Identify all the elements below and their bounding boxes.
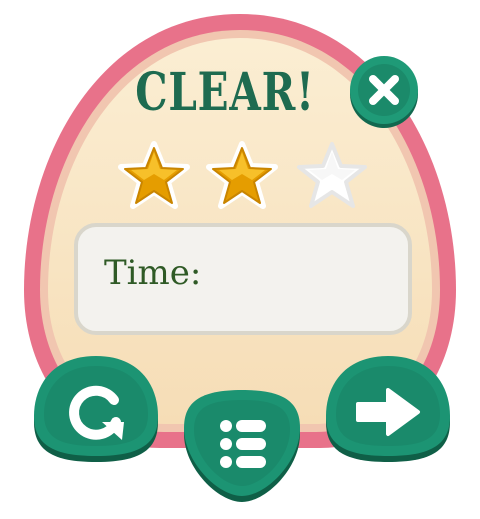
level-list-icon [220, 420, 266, 468]
time-label: Time: [104, 253, 202, 293]
retry-button[interactable] [30, 352, 162, 464]
star-filled-icon [206, 141, 278, 209]
star-empty-icon [297, 142, 367, 208]
next-button[interactable] [322, 352, 454, 464]
star-filled-icon [118, 141, 190, 209]
level-clear-dialog: CLEAR! Time: [0, 0, 480, 519]
clear-title: CLEAR! [135, 62, 315, 123]
time-panel: Time: [74, 223, 412, 335]
menu-button[interactable] [178, 388, 306, 506]
close-button[interactable] [346, 54, 422, 130]
